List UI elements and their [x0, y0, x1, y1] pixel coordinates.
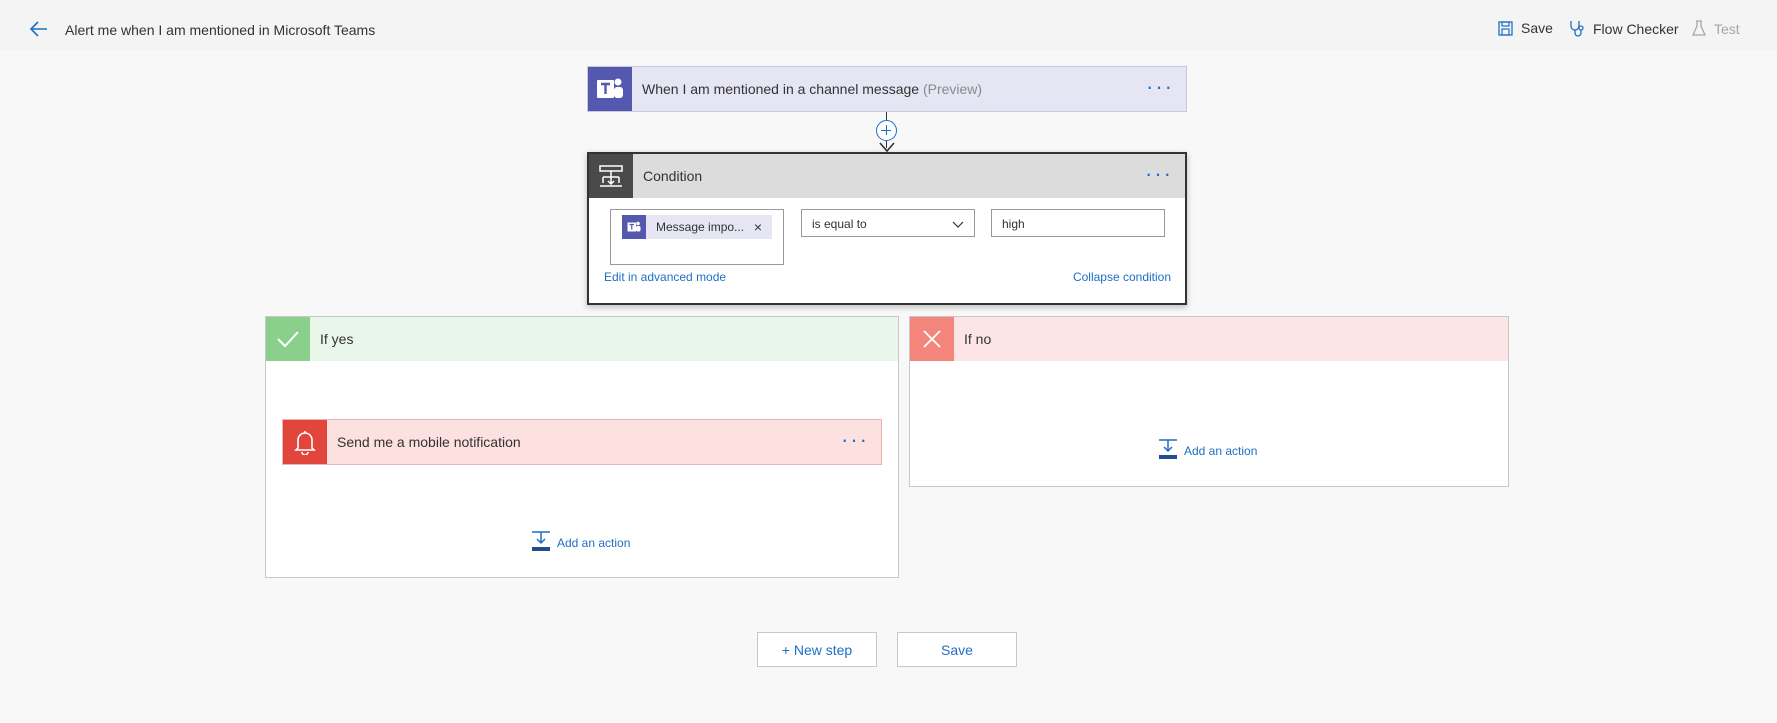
if-no-title: If no: [964, 331, 992, 347]
save-icon: [1498, 20, 1513, 36]
test-label: Test: [1714, 20, 1740, 37]
if-yes-title: If yes: [320, 331, 354, 347]
operator-value: is equal to: [812, 217, 867, 231]
collapse-condition-link[interactable]: Collapse condition: [1073, 270, 1171, 284]
flow-checker-command[interactable]: Flow Checker: [1568, 20, 1679, 38]
if-yes-header[interactable]: If yes: [266, 317, 898, 361]
condition-icon: [589, 154, 633, 198]
trigger-title-text: When I am mentioned in a channel message: [642, 81, 920, 97]
if-yes-add-action-label: Add an action: [557, 535, 631, 550]
flow-title: Alert me when I am mentioned in Microsof…: [65, 22, 376, 38]
top-bar: Alert me when I am mentioned in Microsof…: [0, 0, 1777, 50]
save-command-label: Save: [1521, 20, 1553, 36]
teams-token-icon: [622, 215, 646, 239]
save-button[interactable]: Save: [897, 632, 1017, 667]
if-yes-branch: If yes Send me a mobile notification ···…: [265, 316, 899, 578]
condition-card[interactable]: Condition ··· Message impo... × is equal…: [587, 152, 1187, 305]
flask-icon: [1692, 20, 1706, 37]
flow-checker-label: Flow Checker: [1593, 21, 1679, 37]
notification-more-icon[interactable]: ···: [841, 429, 869, 451]
save-command[interactable]: Save: [1498, 20, 1553, 36]
dynamic-content-token[interactable]: Message impo... ×: [622, 215, 772, 239]
remove-token-icon[interactable]: ×: [754, 219, 762, 235]
mobile-notification-card[interactable]: Send me a mobile notification ···: [282, 419, 882, 465]
trigger-title: When I am mentioned in a channel message…: [642, 81, 982, 97]
stethoscope-icon: [1568, 20, 1585, 38]
token-label: Message impo...: [656, 220, 745, 234]
if-no-header[interactable]: If no: [910, 317, 1508, 361]
if-no-add-action-label: Add an action: [1184, 443, 1258, 458]
trigger-more-icon[interactable]: ···: [1146, 76, 1174, 98]
condition-left-operand[interactable]: Message impo... ×: [610, 209, 784, 265]
if-no-add-action-button[interactable]: Add an action: [1158, 438, 1257, 463]
chevron-down-icon: [952, 218, 964, 232]
if-no-branch: If no Add an action: [909, 316, 1509, 487]
new-step-button[interactable]: + New step: [757, 632, 877, 667]
bell-icon: [283, 420, 327, 464]
close-icon: [910, 317, 954, 361]
edit-advanced-mode-link[interactable]: Edit in advanced mode: [604, 270, 726, 284]
condition-more-icon[interactable]: ···: [1145, 163, 1173, 185]
arrow-down-icon: [879, 140, 895, 153]
check-icon: [266, 317, 310, 361]
trigger-card[interactable]: When I am mentioned in a channel message…: [587, 66, 1187, 112]
insert-step-icon[interactable]: [876, 120, 897, 141]
teams-icon: [588, 67, 632, 111]
operator-select[interactable]: is equal to: [801, 209, 975, 237]
condition-title: Condition: [643, 168, 703, 184]
add-action-icon: [1158, 438, 1178, 463]
back-arrow-icon[interactable]: [28, 18, 50, 40]
test-command[interactable]: Test: [1692, 20, 1740, 37]
condition-value-input[interactable]: high: [991, 209, 1165, 237]
add-action-icon: [531, 530, 551, 555]
if-yes-add-action-button[interactable]: Add an action: [531, 530, 630, 555]
preview-tag: (Preview): [922, 81, 983, 97]
notification-title: Send me a mobile notification: [337, 434, 521, 450]
